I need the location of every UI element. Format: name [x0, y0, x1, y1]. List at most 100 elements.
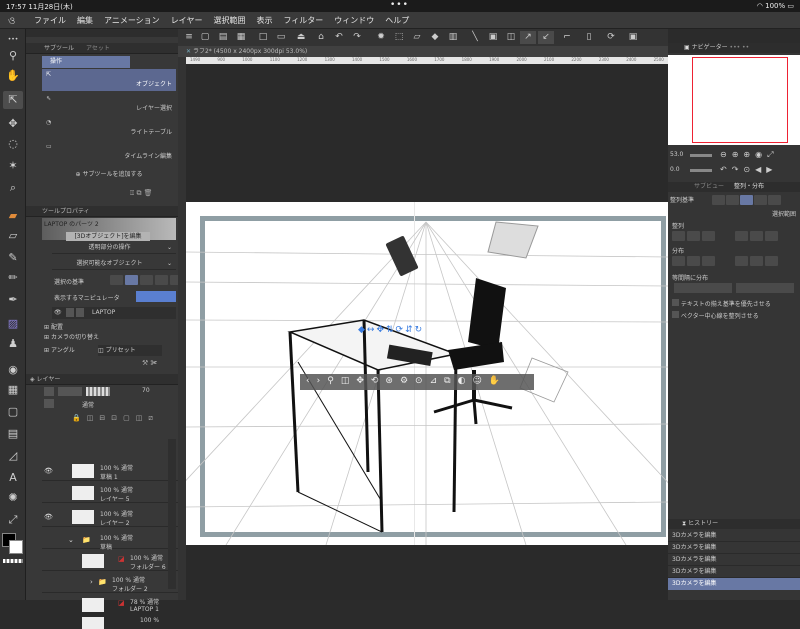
align-hcenter-icon[interactable]: [687, 231, 700, 241]
loading-icon[interactable]: ✹: [374, 31, 388, 44]
align-vcenter-icon[interactable]: [750, 231, 763, 241]
menu-view[interactable]: 表示: [256, 15, 272, 26]
3d-manipulator-icons[interactable]: ◆↔✥⇅⟳⇵↻: [358, 325, 482, 337]
copy-icon[interactable]: ⧉: [444, 376, 450, 386]
hand-icon[interactable]: ✋: [489, 376, 500, 386]
pen-tool-icon[interactable]: ✎: [3, 249, 23, 267]
paste-icon[interactable]: ▥: [446, 31, 460, 44]
preset-dropdown[interactable]: ◫ プリセット: [98, 345, 162, 356]
rotate-right-icon[interactable]: ↷: [732, 165, 744, 174]
cut-icon[interactable]: ▱: [410, 31, 424, 44]
toolbar-grip-icon[interactable]: •••: [3, 31, 23, 43]
menu-window[interactable]: ウィンドウ: [334, 15, 374, 26]
snap-grid-icon[interactable]: ⌐: [560, 31, 574, 44]
canvas-area[interactable]: ◆↔✥⇅⟳⇵↻ ‹ › ⚲ ◫ ✥ ⟲ ⊛ ⚙ ⊙ ⊿ ⧉ ◐ ☺ ✋: [186, 57, 668, 600]
lock-icon[interactable]: 🔒: [72, 414, 81, 423]
camera-icon[interactable]: ◫: [341, 376, 350, 386]
pose-icon[interactable]: ⊙: [415, 376, 423, 386]
menu-layer[interactable]: レイヤー: [171, 15, 203, 26]
subtool-group-operation[interactable]: 操作: [42, 56, 130, 68]
brush-tool-icon[interactable]: ▰: [3, 207, 23, 225]
tab-align[interactable]: 整列・分布: [734, 183, 764, 190]
fit-window-icon[interactable]: ◉: [755, 150, 767, 159]
settings-icon[interactable]: ⚙: [400, 376, 408, 386]
manipulator-toggle[interactable]: [136, 291, 176, 302]
reset-rotate-icon[interactable]: ⊙: [743, 165, 755, 174]
camera-switch-section[interactable]: ⊞ カメラの切り替え: [44, 332, 99, 341]
fill-tool-icon[interactable]: ◉: [3, 361, 23, 379]
clear-icon[interactable]: ⌂: [314, 31, 328, 44]
blend-mode-select[interactable]: 通常: [82, 400, 94, 409]
layer-row[interactable]: 👁 100 % 通常 レイヤー 2: [42, 507, 178, 527]
flip-v-icon[interactable]: ▶: [766, 165, 777, 174]
opacity-slider[interactable]: [86, 387, 110, 396]
history-item[interactable]: 3Dカメラを編集: [668, 566, 800, 578]
decoration-tool-icon[interactable]: ▨: [3, 315, 23, 333]
selectable-object-section[interactable]: 選択可能なオブジェクト ⌄: [52, 258, 176, 270]
duplicate-icon[interactable]: ⧉: [136, 189, 141, 197]
new-canvas-icon[interactable]: ▢: [198, 31, 212, 44]
menu-selection[interactable]: 選択範囲: [213, 15, 245, 26]
navigator-preview[interactable]: [668, 55, 800, 145]
layer-row[interactable]: 👁 100 % 通常 草稿 1: [42, 461, 178, 481]
open-file-icon[interactable]: ▭: [274, 31, 288, 44]
zoom-in-icon[interactable]: ⊕: [732, 150, 744, 159]
move-tool-icon[interactable]: ✥: [3, 115, 23, 133]
tab-subview[interactable]: サブビュー: [694, 183, 724, 190]
frame-tool-icon[interactable]: ▤: [3, 425, 23, 443]
layer-row[interactable]: 100 % 通常 レイヤー 5: [42, 483, 178, 503]
history-item[interactable]: 3Dカメラを編集: [668, 542, 800, 554]
select-icon[interactable]: ⧄: [148, 414, 152, 423]
ref-icon[interactable]: ⊟: [99, 414, 105, 423]
spacing-h-button[interactable]: [674, 283, 732, 293]
page-icon[interactable]: ▯: [582, 31, 596, 44]
hamburger-icon[interactable]: ≡: [182, 31, 196, 44]
new-file-icon[interactable]: □: [256, 31, 270, 44]
operation-tool-icon[interactable]: ⇱: [3, 91, 23, 109]
window-icon[interactable]: ▣: [626, 31, 640, 44]
snap-special-icon[interactable]: ↙: [538, 31, 554, 44]
sub-color-swatch[interactable]: [9, 540, 23, 554]
redo-icon[interactable]: ↷: [350, 31, 364, 44]
eraser-icon[interactable]: ▱: [3, 227, 23, 245]
fit-icon[interactable]: ⊕: [743, 150, 755, 159]
pose-section[interactable]: ⊞ 配置: [44, 322, 63, 331]
vector-align-option[interactable]: ベクター中心線を整列させる: [672, 311, 759, 320]
grid-icon[interactable]: ▣: [486, 31, 500, 44]
gallery-icon[interactable]: ▦: [234, 31, 248, 44]
transform-icon[interactable]: ⬚: [392, 31, 406, 44]
edit-3d-object-button[interactable]: [3Dオブジェクト]を編集: [66, 232, 150, 241]
history-item-current[interactable]: 3Dカメラを編集: [668, 578, 800, 590]
full-icon[interactable]: ⤢: [767, 150, 778, 159]
add-subtool-button[interactable]: ⊕ サブツールを追加する: [42, 169, 176, 181]
align-top-icon[interactable]: [735, 231, 748, 241]
rotate-left-icon[interactable]: ↶: [720, 165, 732, 174]
correct-line-icon[interactable]: ⤢: [3, 511, 23, 529]
history-item[interactable]: 3Dカメラを編集: [668, 530, 800, 542]
zoom-slider[interactable]: [690, 154, 712, 157]
light-icon[interactable]: ◐: [458, 376, 466, 386]
transparent-operation-section[interactable]: 透明部分の操作 ⌄: [52, 242, 176, 254]
layer-row[interactable]: ◪ 100 % 通常 フォルダー 6: [42, 551, 178, 571]
subtool-timeline[interactable]: ▭ タイムライン編集: [42, 141, 176, 163]
ground-icon[interactable]: ⊿: [430, 376, 438, 386]
tab-asset[interactable]: アセット: [86, 45, 110, 52]
mask-icon[interactable]: ▢: [123, 414, 130, 423]
object-list-row[interactable]: 👁 LAPTOP: [52, 307, 176, 319]
align-bottom-icon[interactable]: [765, 231, 778, 241]
person-icon[interactable]: ☺: [472, 376, 481, 386]
gradient-icon[interactable]: ▦: [3, 381, 23, 399]
history-item[interactable]: 3Dカメラを編集: [668, 554, 800, 566]
flip-h-icon[interactable]: ◀: [755, 165, 766, 174]
link-icon[interactable]: ◫: [136, 414, 143, 423]
menu-file[interactable]: ファイル: [34, 15, 66, 26]
text-align-option[interactable]: テキストの揃え基準を優先させる: [672, 299, 771, 308]
menu-help[interactable]: ヘルプ: [385, 15, 409, 26]
rotate-icon[interactable]: ⟳: [604, 31, 618, 44]
hand-tool-icon[interactable]: ✋: [3, 67, 23, 85]
ruler-tool-icon[interactable]: ◿: [3, 447, 23, 465]
magic-wand-icon[interactable]: ✶: [3, 157, 23, 175]
menu-edit[interactable]: 編集: [77, 15, 93, 26]
subtool-object[interactable]: ⇱ オブジェクト: [42, 69, 176, 91]
undo-icon[interactable]: ↶: [332, 31, 346, 44]
